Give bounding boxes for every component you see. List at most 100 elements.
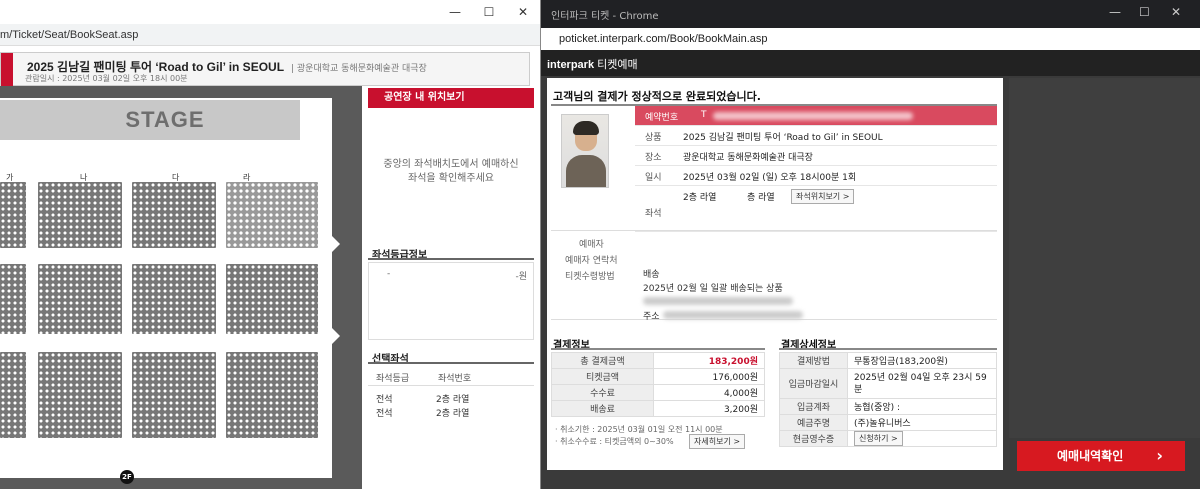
photo-body (566, 155, 606, 187)
ticket-price-label: 티켓금액 (550, 368, 655, 385)
place-row: 장소 광운대학교 동해문화예술관 대극장 (635, 146, 997, 166)
divider (779, 348, 997, 350)
minimize-icon[interactable]: — (440, 3, 470, 21)
show-label: 상품 (645, 133, 662, 143)
buyer-name-label: 예매자 (579, 240, 604, 250)
location-view-header[interactable]: 공연장 내 위치보기 (368, 88, 534, 108)
detail-button[interactable]: 자세히보기 > (689, 434, 746, 449)
selected-grade: 전석 (376, 409, 393, 419)
seat-block[interactable] (132, 182, 216, 248)
selected-grade: 전석 (376, 395, 393, 405)
date-row: 일시 2025년 03월 02일 (일) 오후 18시00분 1회 (635, 166, 997, 186)
divider (368, 362, 534, 364)
due-label: 입금마감일시 (779, 368, 848, 399)
ticket-price-value: 176,000원 (653, 368, 765, 385)
result-title: 고객님의 결제가 정상적으로 완료되었습니다. (553, 90, 761, 103)
seat-location-button[interactable]: 좌석위치보기 > (791, 189, 855, 204)
seat-block[interactable] (132, 264, 216, 334)
seat-block[interactable] (0, 264, 26, 334)
payment-fee-row: 수수료 4,000원 (550, 384, 765, 401)
reservation-table: 예약번호 T 상품 2025 김남길 팬미팅 투어 ‘Road to Gil’ … (635, 106, 997, 232)
booking-result-window: 인터파크 티켓 - Chrome — ☐ ✕ poticket.interpar… (541, 0, 1200, 489)
place-label: 장소 (645, 153, 662, 163)
shipping-value: 3,200원 (653, 400, 765, 417)
photo-hair (573, 121, 599, 135)
payment-ticket-row: 티켓금액 176,000원 (550, 368, 765, 385)
seat-map[interactable]: STAGE 가 나 다 라 2F (0, 98, 332, 484)
reservation-no-label: 예약번호 (645, 113, 679, 123)
interpark-logo: interpark 티켓예매 (547, 56, 638, 72)
seat-label: 좌석 (645, 209, 662, 219)
selected-seat: 2층 라열 (436, 395, 470, 405)
seat-value-2: 층 라열 (747, 193, 775, 203)
receipt-apply-button[interactable]: 신청하기 > (854, 431, 903, 446)
seat-block[interactable] (132, 352, 216, 438)
left-url-text: m/Ticket/Seat/BookSeat.asp (0, 29, 139, 41)
right-url-bar[interactable]: poticket.interpark.com/Book/BookMain.asp (541, 28, 1200, 50)
account-value: 농협(중앙) : (847, 398, 997, 415)
seat-value-1: 2층 라열 (683, 193, 717, 203)
booking-history-button[interactable]: 예매내역확인 › (1017, 441, 1185, 471)
scroll-arrow-icon[interactable] (332, 328, 340, 344)
booking-history-label: 예매내역확인 (1057, 449, 1124, 463)
seat-window: — ☐ ✕ m/Ticket/Seat/BookSeat.asp 2025 김남… (0, 0, 541, 489)
method-label: 결제방법 (779, 352, 848, 369)
payment-detail-table: 결제방법 무통장입금(183,200원) 입금마감일시 2025년 02월 04… (779, 352, 997, 447)
seat-block[interactable] (0, 182, 26, 248)
scroll-arrow-icon[interactable] (332, 236, 340, 252)
seat-block[interactable] (38, 182, 122, 248)
detail-account-row: 입금계좌 농협(중앙) : (779, 398, 997, 415)
total-label: 총 결제금액 (550, 352, 655, 369)
fee-value: 4,000원 (653, 384, 765, 401)
maximize-icon[interactable]: ☐ (474, 3, 504, 21)
reservation-number-row: 예약번호 T (635, 106, 997, 126)
place-value: 광운대학교 동해문화예술관 대극장 (683, 153, 813, 163)
location-view-box: 중앙의 좌석배치도에서 예매하신 좌석을 확인해주세요 (368, 108, 534, 234)
brand-sub: 티켓예매 (597, 59, 638, 71)
due-value: 2025년 02월 04일 오후 23시 59분 (847, 368, 997, 399)
divider (551, 348, 765, 350)
redacted-mask (643, 297, 793, 305)
minimize-icon[interactable]: — (1109, 5, 1121, 19)
result-card: 고객님의 결제가 정상적으로 완료되었습니다. 예약번호 T 상품 2025 김… (547, 78, 1003, 470)
delivery-note: 2025년 02월 일 일괄 배송되는 상품 (643, 284, 783, 294)
selected-seat-row: 전석 2층 라열 (368, 406, 534, 420)
close-icon[interactable]: ✕ (508, 3, 538, 21)
seat-side-panel: 공연장 내 위치보기 중앙의 좌석배치도에서 예매하신 좌석을 확인해주세요 좌… (362, 86, 540, 489)
method-value: 무통장입금(183,200원) (847, 352, 997, 369)
seat-block[interactable] (0, 352, 26, 438)
seat-block[interactable] (226, 264, 318, 334)
chevron-right-icon: › (1156, 446, 1163, 465)
seat-block[interactable] (226, 352, 318, 438)
receipt-label: 현금영수증 (779, 430, 848, 447)
maximize-icon[interactable]: ☐ (1139, 5, 1150, 19)
window-title: 인터파크 티켓 - Chrome (551, 11, 659, 22)
seat-block[interactable] (38, 264, 122, 334)
total-value: 183,200원 (653, 352, 765, 369)
payment-shipping-row: 배송료 3,200원 (550, 400, 765, 417)
delivery-value: 배송 (643, 270, 660, 280)
header-accent (1, 53, 13, 87)
col-grade: 좌석등급 (376, 374, 410, 384)
grade-name: - (387, 269, 391, 279)
holder-value: (주)놀유니버스 (847, 414, 997, 431)
stage: STAGE (0, 100, 300, 140)
seat-block[interactable] (226, 182, 318, 248)
divider (368, 258, 534, 260)
show-row: 상품 2025 김남길 팬미팅 투어 ‘Road to Gil’ in SEOU… (635, 126, 997, 146)
selected-seat-row: 전석 2층 라열 (368, 392, 534, 406)
detail-holder-row: 예금주명 (주)놀유니버스 (779, 414, 997, 431)
date-value: 2025년 03월 02일 (일) 오후 18시00분 1회 (683, 173, 857, 183)
selected-seat-header-row: 좌석등급 좌석번호 (368, 366, 534, 386)
left-url-bar[interactable]: m/Ticket/Seat/BookSeat.asp (0, 24, 540, 46)
seat-block[interactable] (38, 352, 122, 438)
performer-photo (561, 114, 609, 188)
show-date: 관람일시 : 2025년 03월 02일 오후 18시 00분 (25, 74, 188, 83)
brand-name: interpark (547, 59, 595, 71)
redacted-mask (713, 112, 913, 120)
close-icon[interactable]: ✕ (1171, 5, 1181, 19)
detail-method-row: 결제방법 무통장입금(183,200원) (779, 352, 997, 369)
brand-bar: interpark 티켓예매 (541, 50, 1200, 76)
right-url-text: poticket.interpark.com/Book/BookMain.asp (559, 33, 768, 45)
date-label: 일시 (645, 173, 662, 183)
